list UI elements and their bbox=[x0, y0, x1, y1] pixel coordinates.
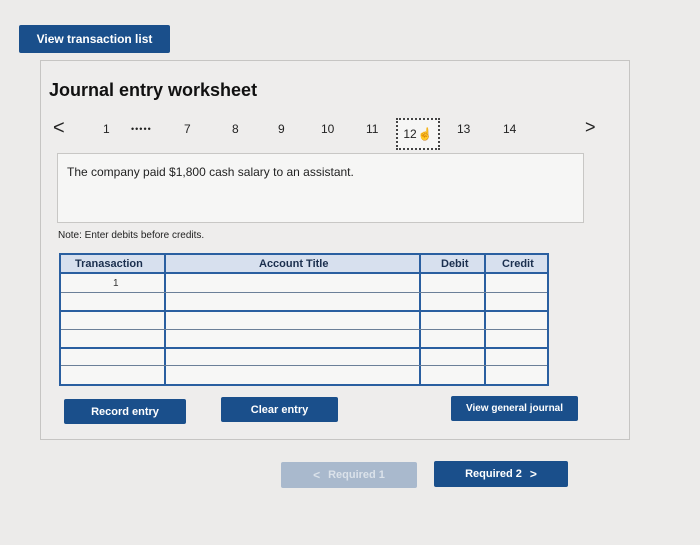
pager-next-arrow[interactable]: > bbox=[585, 117, 596, 138]
pager-prev-arrow[interactable]: < bbox=[53, 117, 65, 140]
pager-page-13[interactable]: 13 bbox=[457, 122, 470, 136]
record-entry-button[interactable]: Record entry bbox=[64, 399, 186, 424]
required-1-button[interactable]: < Required 1 bbox=[281, 462, 417, 488]
hand-pointer-icon: ☝ bbox=[417, 127, 433, 141]
pager-page-11[interactable]: 11 bbox=[366, 122, 378, 136]
required-2-label: Required 2 bbox=[465, 468, 522, 480]
clear-entry-button[interactable]: Clear entry bbox=[221, 397, 338, 422]
pager-page-8[interactable]: 8 bbox=[232, 122, 239, 136]
pager-current-label: 12 bbox=[403, 127, 417, 141]
transaction-description: The company paid $1,800 cash salary to a… bbox=[57, 153, 584, 223]
pager-page-current[interactable]: 12 ☝ bbox=[396, 118, 440, 150]
transaction-description-text: The company paid $1,800 cash salary to a… bbox=[67, 165, 354, 179]
chevron-right-icon: > bbox=[529, 467, 537, 481]
table-header: Tranasaction Account Title Debit Credit bbox=[61, 255, 547, 274]
required-1-label: Required 1 bbox=[328, 469, 385, 481]
debit-credit-note: Note: Enter debits before credits. bbox=[58, 230, 205, 241]
pager-ellipsis: ••••• bbox=[131, 124, 152, 134]
debit-cells[interactable] bbox=[421, 274, 484, 384]
journal-entry-table: Tranasaction Account Title Debit Credit … bbox=[59, 253, 549, 386]
pager-page-9[interactable]: 9 bbox=[278, 122, 285, 136]
transaction-pager: < 1 ••••• 7 8 9 10 11 12 ☝ 13 14 > bbox=[50, 117, 605, 150]
row-1-transaction-number: 1 bbox=[113, 278, 119, 289]
required-2-button[interactable]: Required 2 > bbox=[434, 461, 568, 487]
credit-cells[interactable] bbox=[486, 274, 547, 384]
account-title-cells[interactable] bbox=[166, 274, 419, 384]
view-general-journal-button[interactable]: View general journal bbox=[451, 396, 578, 421]
pager-page-7[interactable]: 7 bbox=[184, 122, 191, 136]
pager-page-14[interactable]: 14 bbox=[503, 122, 516, 136]
view-transaction-list-button[interactable]: View transaction list bbox=[19, 25, 170, 53]
worksheet-title: Journal entry worksheet bbox=[49, 80, 258, 100]
col-header-debit: Debit bbox=[441, 258, 469, 270]
pager-page-10[interactable]: 10 bbox=[321, 122, 334, 136]
col-header-transaction: Tranasaction bbox=[75, 258, 143, 270]
col-header-credit: Credit bbox=[502, 258, 534, 270]
col-header-account-title: Account Title bbox=[259, 258, 329, 270]
chevron-left-icon: < bbox=[313, 468, 321, 482]
pager-page-1[interactable]: 1 bbox=[103, 122, 110, 136]
